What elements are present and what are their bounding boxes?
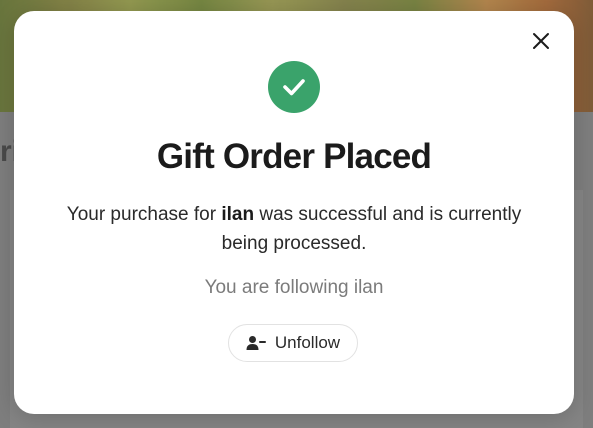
recipient-name: ilan	[221, 204, 255, 225]
check-circle-icon	[268, 61, 320, 113]
unfollow-label: Unfollow	[274, 333, 341, 352]
close-icon	[533, 33, 549, 49]
following-status: You are following ilan	[204, 277, 384, 298]
message-prefix: Your purchase for	[66, 204, 222, 225]
close-button[interactable]	[530, 30, 552, 52]
unfollow-button[interactable]: Unfollow	[228, 324, 358, 362]
modal-title: Gift Order Placed	[156, 137, 432, 176]
success-message: Your purchase for ilan was successful an…	[54, 200, 534, 258]
message-suffix: was successful and is currently being pr…	[221, 204, 522, 254]
gift-order-modal: Gift Order Placed Your purchase for ilan…	[14, 11, 574, 414]
user-minus-icon	[246, 336, 266, 350]
